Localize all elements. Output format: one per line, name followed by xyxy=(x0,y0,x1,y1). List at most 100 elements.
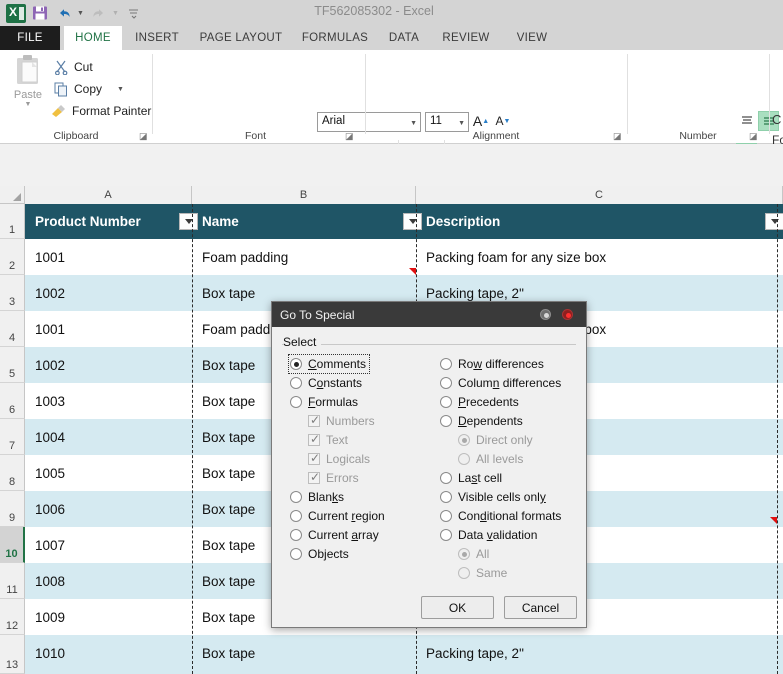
option-current-region[interactable]: Current region xyxy=(290,508,385,524)
option-last-cell[interactable]: Last cell xyxy=(440,470,502,486)
ribbon-group-styles: C Fo xyxy=(770,50,783,144)
cell-product-number[interactable]: 1003 xyxy=(25,383,192,419)
row-header-11[interactable]: 11 xyxy=(0,563,25,599)
cell-product-number[interactable]: 1008 xyxy=(25,563,192,599)
option-blanks[interactable]: Blanks xyxy=(290,489,344,505)
copy-chevron-down-icon[interactable]: ▼ xyxy=(117,86,124,93)
radio-icon xyxy=(290,510,302,522)
row-header-3[interactable]: 3 xyxy=(0,275,25,311)
filter-button-description[interactable] xyxy=(765,213,783,230)
radio-icon xyxy=(290,529,302,541)
cell-description[interactable]: Packing tape, 2" xyxy=(416,635,783,671)
conditional-formatting-icon[interactable]: C xyxy=(772,112,781,127)
row-header-7[interactable]: 7 xyxy=(0,419,25,455)
option-visible-cells-only[interactable]: Visible cells only xyxy=(440,489,546,505)
radio-icon xyxy=(440,358,452,370)
cell-product-number[interactable]: 1009 xyxy=(25,599,192,635)
cell-product-number[interactable]: 1002 xyxy=(25,275,192,311)
radio-icon xyxy=(290,377,302,389)
tab-insert[interactable]: INSERT xyxy=(128,26,186,50)
tab-view[interactable]: VIEW xyxy=(508,26,556,50)
option-precedents[interactable]: Precedents xyxy=(440,394,519,410)
format-painter-button[interactable]: Format Painter xyxy=(50,102,151,120)
table-row[interactable]: 1010 Box tape Packing tape, 2" xyxy=(25,635,783,674)
option-label: Logicals xyxy=(326,452,371,466)
option-errors: Errors xyxy=(308,470,359,486)
column-header-b[interactable]: B xyxy=(192,186,416,204)
option-objects[interactable]: Objects xyxy=(290,546,349,562)
copy-button[interactable]: Copy ▼ xyxy=(54,80,124,98)
page-break-line xyxy=(192,204,193,674)
cut-button[interactable]: Cut xyxy=(54,58,93,76)
cell-product-number[interactable]: 1007 xyxy=(25,527,192,563)
row-header-4[interactable]: 4 xyxy=(0,311,25,347)
option-dependents[interactable]: Dependents xyxy=(440,413,523,429)
option-column-differences[interactable]: Column differences xyxy=(440,375,561,391)
row-header-10[interactable]: 10 xyxy=(0,527,25,563)
ribbon-group-font: Arial ▼ 11 ▼ A▲ A▼ B I U ▼ ▼ ▼ xyxy=(153,50,516,162)
option-label: Column differences xyxy=(458,376,562,390)
filter-button-name[interactable] xyxy=(403,213,422,230)
radio-icon xyxy=(290,548,302,560)
table-header-description: Description xyxy=(426,214,501,229)
option-constants[interactable]: Constants xyxy=(290,375,362,391)
cell-product-number[interactable]: 1004 xyxy=(25,419,192,455)
option-label: Row differences xyxy=(458,357,544,371)
cell-product-number[interactable]: 1010 xyxy=(25,635,192,671)
close-icon[interactable] xyxy=(562,309,573,320)
option-label: Dependents xyxy=(458,414,523,428)
table-row[interactable]: 1001 Foam padding Packing foam for any s… xyxy=(25,239,783,275)
comment-marker-icon[interactable] xyxy=(770,517,777,524)
option-conditional-formats[interactable]: Conditional formats xyxy=(440,508,561,524)
row-header-8[interactable]: 8 xyxy=(0,455,25,491)
cell-product-number[interactable]: 1002 xyxy=(25,347,192,383)
number-group-label: Number xyxy=(679,130,717,142)
cell-name[interactable]: Foam padding xyxy=(192,239,416,275)
cell-product-number[interactable]: 1001 xyxy=(25,239,192,275)
alignment-dialog-launcher-icon[interactable]: ◪ xyxy=(613,132,622,141)
option-label: Numbers xyxy=(326,414,375,428)
cell-product-number[interactable]: 1005 xyxy=(25,455,192,491)
cancel-button[interactable]: Cancel xyxy=(504,596,577,619)
tab-home[interactable]: HOME xyxy=(64,26,122,50)
row-header-2[interactable]: 2 xyxy=(0,239,25,275)
tab-review[interactable]: REVIEW xyxy=(434,26,498,50)
dialog-title-bar[interactable]: Go To Special xyxy=(272,302,586,327)
column-header-a[interactable]: A xyxy=(25,186,192,204)
number-dialog-launcher-icon[interactable]: ◪ xyxy=(749,132,758,141)
checkbox-icon xyxy=(308,451,320,465)
paste-button[interactable]: Paste ▼ xyxy=(8,54,48,120)
cell-product-number[interactable]: 1006 xyxy=(25,491,192,527)
font-dialog-launcher-icon[interactable]: ◪ xyxy=(345,132,354,141)
column-header-c[interactable]: C xyxy=(416,186,783,204)
option-current-array[interactable]: Current array xyxy=(290,527,379,543)
cell-name[interactable]: Box tape xyxy=(192,635,416,671)
cell-product-number[interactable]: 1001 xyxy=(25,311,192,347)
row-header-9[interactable]: 9 xyxy=(0,491,25,527)
tab-formulas[interactable]: FORMULAS xyxy=(296,26,374,50)
tab-data[interactable]: DATA xyxy=(380,26,428,50)
option-data-validation[interactable]: Data validation xyxy=(440,527,537,543)
filter-button-product-number[interactable] xyxy=(179,213,198,230)
row-header-6[interactable]: 6 xyxy=(0,383,25,419)
option-row-differences[interactable]: Row differences xyxy=(440,356,544,372)
help-button[interactable] xyxy=(540,309,551,320)
option-label: Direct only xyxy=(476,433,533,447)
comment-marker-icon[interactable] xyxy=(409,268,416,275)
go-to-special-dialog: Go To Special Select Comments Constants … xyxy=(271,301,587,628)
option-formulas[interactable]: Formulas xyxy=(290,394,358,410)
clipboard-dialog-launcher-icon[interactable]: ◪ xyxy=(139,132,148,141)
row-header-5[interactable]: 5 xyxy=(0,347,25,383)
option-comments[interactable]: Comments xyxy=(287,354,371,374)
row-header-13[interactable]: 13 xyxy=(0,635,25,674)
row-header-12[interactable]: 12 xyxy=(0,599,25,635)
cell-description[interactable]: Packing foam for any size box xyxy=(416,239,783,275)
tab-file[interactable]: FILE xyxy=(0,26,60,50)
ok-button[interactable]: OK xyxy=(421,596,494,619)
option-label: Visible cells only xyxy=(458,490,546,504)
tab-page-layout[interactable]: PAGE LAYOUT xyxy=(190,26,292,50)
select-all-corner[interactable] xyxy=(0,186,25,204)
row-header-1[interactable]: 1 xyxy=(0,204,25,239)
paste-chevron-down-icon[interactable]: ▼ xyxy=(25,101,32,108)
paste-icon xyxy=(13,54,43,88)
